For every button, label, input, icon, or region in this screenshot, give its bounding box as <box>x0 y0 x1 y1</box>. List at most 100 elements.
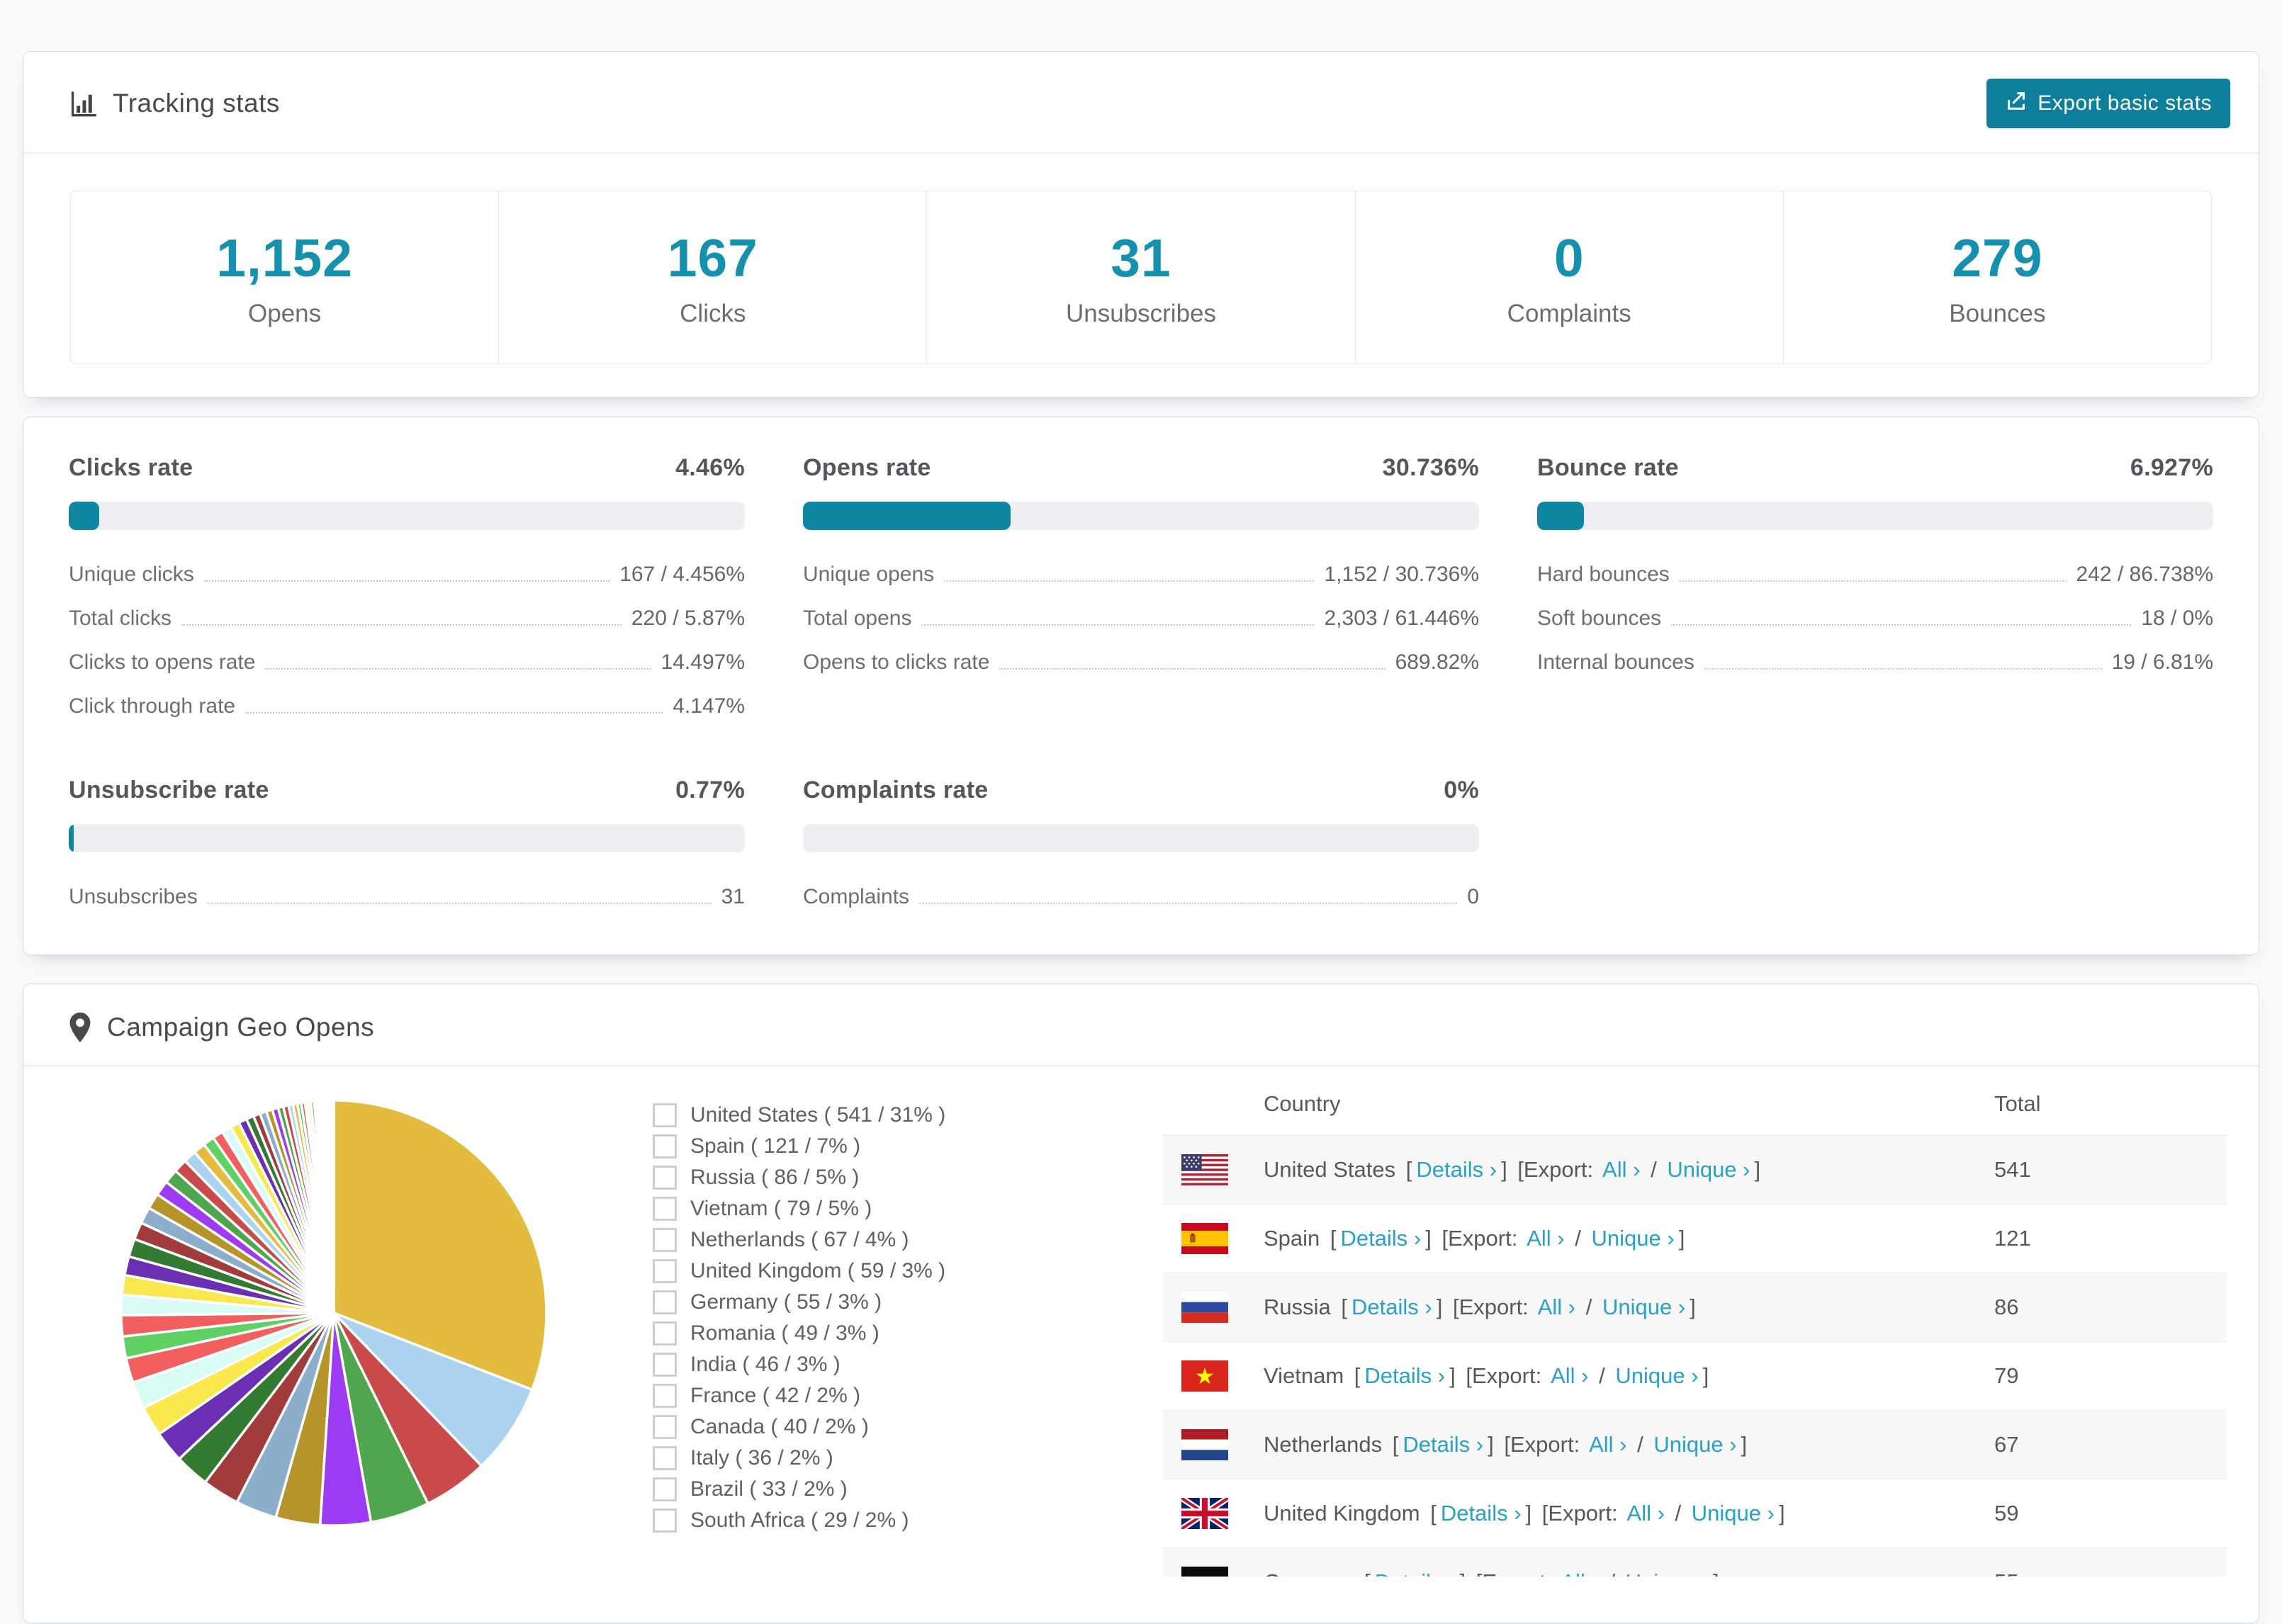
legend-swatch <box>653 1103 677 1127</box>
stat-complaints-value: 0 <box>1553 227 1585 288</box>
stat-opens: 1,152 Opens <box>71 191 500 363</box>
dotted-leader <box>181 624 622 626</box>
table-row-germany: Germany [Details ›] [Export: All › / Uni… <box>1163 1548 2227 1577</box>
stat-clicks-value: 167 <box>667 227 758 288</box>
summary-stats-row: 1,152 Opens 167 Clicks 31 Unsubscribes 0… <box>70 191 2212 364</box>
country-total: 55 <box>1994 1569 2227 1577</box>
legend-item-brazil[interactable]: Brazil ( 33 / 2% ) <box>653 1477 1044 1501</box>
stat-row: Unsubscribes 31 <box>69 885 745 908</box>
export-icon <box>2005 89 2028 118</box>
legend-swatch <box>653 1321 677 1346</box>
country-total: 59 <box>1994 1501 2019 1526</box>
export-all-link[interactable]: All › <box>1551 1363 1588 1388</box>
country-total: 79 <box>1994 1363 2019 1388</box>
column-header-total: Total <box>1994 1090 2041 1116</box>
rates-card: Clicks rate 4.46% Unique clicks 167 / 4.4… <box>23 417 2259 955</box>
details-link[interactable]: Details › <box>1441 1501 1522 1526</box>
bar-chart-icon <box>69 89 97 118</box>
legend-item-italy[interactable]: Italy ( 36 / 2% ) <box>653 1446 1044 1470</box>
opens-rate-block: Opens rate 30.736% Unique opens 1,152 / 3… <box>803 454 1479 718</box>
stat-opens-value: 1,152 <box>216 227 353 288</box>
country-name: Germany <box>1264 1569 1354 1577</box>
legend-item-netherlands[interactable]: Netherlands ( 67 / 4% ) <box>653 1228 1044 1252</box>
country-name: Vietnam <box>1264 1363 1344 1388</box>
opens-rate-title: Opens rate <box>803 454 931 481</box>
stat-row: Opens to clicks rate 689.82% <box>803 650 1479 674</box>
stat-bounces: 279 Bounces <box>1784 191 2211 363</box>
legend-item-france[interactable]: France ( 42 / 2% ) <box>653 1384 1044 1408</box>
export-unique-link[interactable]: Unique › <box>1653 1432 1736 1457</box>
dotted-leader <box>207 903 712 904</box>
legend-swatch <box>653 1446 677 1470</box>
legend-swatch <box>653 1166 677 1190</box>
flag-vietnam-icon <box>1163 1360 1237 1392</box>
legend-swatch <box>653 1290 677 1314</box>
legend-item-canada[interactable]: Canada ( 40 / 2% ) <box>653 1415 1044 1439</box>
bounce-rate-progressbar <box>1537 502 2213 530</box>
stat-row: Internal bounces 19 / 6.81% <box>1537 650 2213 674</box>
legend-item-united-kingdom[interactable]: United Kingdom ( 59 / 3% ) <box>653 1259 1044 1283</box>
legend-swatch <box>653 1353 677 1377</box>
legend-item-spain[interactable]: Spain ( 121 / 7% ) <box>653 1134 1044 1158</box>
legend-item-vietnam[interactable]: Vietnam ( 79 / 5% ) <box>653 1197 1044 1221</box>
unsubscribe-rate-title: Unsubscribe rate <box>69 777 269 803</box>
clicks-rate-block: Clicks rate 4.46% Unique clicks 167 / 4.4… <box>69 454 745 718</box>
column-header-country: Country <box>1264 1090 1341 1116</box>
legend-item-russia[interactable]: Russia ( 86 / 5% ) <box>653 1166 1044 1190</box>
bounce-rate-title: Bounce rate <box>1537 454 1679 481</box>
export-unique-link[interactable]: Unique › <box>1626 1569 1709 1577</box>
geo-pie-legend: United States ( 541 / 31% ) Spain ( 121 … <box>653 1072 1044 1577</box>
stat-complaints-label: Complaints <box>1507 299 1631 327</box>
geo-pie-chart[interactable] <box>114 1072 573 1577</box>
dotted-leader <box>265 668 651 670</box>
stat-clicks: 167 Clicks <box>499 191 928 363</box>
export-all-link[interactable]: All › <box>1538 1295 1575 1319</box>
page-title: Tracking stats <box>113 89 280 118</box>
dotted-leader <box>245 712 663 714</box>
stat-row: Total opens 2,303 / 61.446% <box>803 607 1479 630</box>
flag-united-states-icon <box>1163 1154 1237 1185</box>
clicks-rate-title: Clicks rate <box>69 454 193 481</box>
flag-netherlands-icon <box>1163 1429 1237 1460</box>
export-unique-link[interactable]: Unique › <box>1615 1363 1698 1388</box>
export-unique-link[interactable]: Unique › <box>1692 1501 1775 1526</box>
details-link[interactable]: Details › <box>1364 1363 1445 1388</box>
opens-rate-progress-fill <box>803 502 1011 530</box>
export-unique-link[interactable]: Unique › <box>1602 1295 1685 1319</box>
tracking-stats-header: Tracking stats Export basic stats <box>23 79 2259 154</box>
export-all-link[interactable]: All › <box>1561 1569 1598 1577</box>
export-basic-stats-button[interactable]: Export basic stats <box>1986 79 2230 128</box>
details-link[interactable]: Details › <box>1341 1226 1422 1251</box>
legend-item-united-states[interactable]: United States ( 541 / 31% ) <box>653 1103 1044 1127</box>
export-all-link[interactable]: All › <box>1589 1432 1626 1457</box>
pie-slice[interactable] <box>332 1099 335 1314</box>
country-total: 67 <box>1994 1432 2019 1457</box>
details-link[interactable]: Details › <box>1403 1432 1483 1457</box>
details-link[interactable]: Details › <box>1416 1157 1497 1182</box>
details-link[interactable]: Details › <box>1351 1295 1432 1319</box>
unsubscribe-rate-block: Unsubscribe rate 0.77% Unsubscribes 31 <box>69 777 745 909</box>
legend-swatch <box>653 1415 677 1439</box>
legend-item-south-africa[interactable]: South Africa ( 29 / 2% ) <box>653 1509 1044 1533</box>
export-all-link[interactable]: All › <box>1627 1501 1665 1526</box>
map-pin-icon <box>69 1013 91 1042</box>
geo-opens-table: Country Total United States [Details ›] … <box>1163 1072 2227 1577</box>
legend-item-germany[interactable]: Germany ( 55 / 3% ) <box>653 1290 1044 1314</box>
stat-row: Clicks to opens rate 14.497% <box>69 650 745 674</box>
export-unique-link[interactable]: Unique › <box>1592 1226 1675 1251</box>
geo-table-header: Country Total <box>1163 1072 2227 1136</box>
export-all-link[interactable]: All › <box>1602 1157 1640 1182</box>
details-link[interactable]: Details › <box>1375 1569 1456 1577</box>
bounce-rate-value: 6.927% <box>2130 454 2213 481</box>
country-total: 121 <box>1994 1226 2031 1251</box>
country-total: 541 <box>1994 1157 2031 1182</box>
legend-item-india[interactable]: India ( 46 / 3% ) <box>653 1353 1044 1377</box>
stat-complaints: 0 Complaints <box>1356 191 1784 363</box>
export-unique-link[interactable]: Unique › <box>1667 1157 1750 1182</box>
stat-row: Hard bounces 242 / 86.738% <box>1537 563 2213 586</box>
dotted-leader <box>919 903 1458 904</box>
export-all-link[interactable]: All › <box>1527 1226 1564 1251</box>
country-name: Russia <box>1264 1295 1331 1319</box>
dotted-leader <box>1679 580 2067 582</box>
legend-item-romania[interactable]: Romania ( 49 / 3% ) <box>653 1321 1044 1346</box>
